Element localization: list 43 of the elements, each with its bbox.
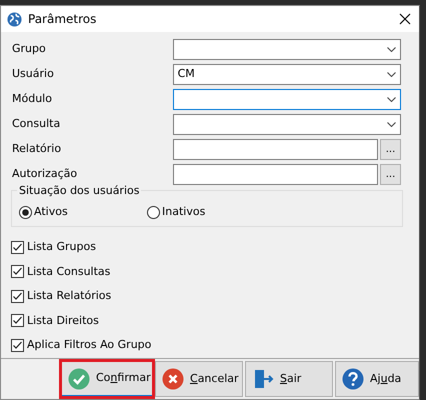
radio-label: Inativos — [162, 204, 206, 220]
checkbox[interactable] — [11, 240, 24, 254]
cancel-icon — [162, 368, 184, 390]
check-icon — [68, 368, 90, 390]
window-title: Parâmetros — [28, 11, 96, 28]
radio-button[interactable] — [19, 206, 32, 219]
chevron-down-icon — [387, 47, 396, 52]
input-field[interactable] — [172, 164, 378, 185]
checkbox-label: Aplica Filtros Ao Grupo — [27, 337, 152, 353]
checkbox-label: Lista Consultas — [27, 264, 110, 280]
checkbox-label: Lista Relatórios — [27, 288, 112, 304]
field-label: Módulo — [11, 91, 53, 108]
browse-button[interactable]: ... — [380, 164, 401, 185]
help-icon — [342, 368, 364, 390]
action-button[interactable]: Confirmar — [61, 361, 153, 397]
dropdown-field[interactable] — [172, 89, 401, 110]
checkbox-label: Lista Grupos — [27, 239, 96, 255]
globe-icon — [7, 12, 22, 26]
radio-label: Ativos — [34, 204, 68, 220]
chevron-down-icon — [387, 97, 396, 102]
checkbox[interactable] — [11, 265, 24, 278]
chevron-down-icon — [387, 122, 396, 127]
checkbox-label: Lista Direitos — [27, 312, 99, 328]
dropdown-field[interactable] — [172, 114, 401, 135]
checkbox[interactable] — [11, 290, 24, 303]
input-field[interactable] — [172, 139, 378, 160]
field-label: Grupo — [11, 41, 47, 58]
action-button[interactable]: Cancelar — [155, 361, 243, 397]
checkbox[interactable] — [11, 314, 24, 328]
field-label: Usuário — [11, 66, 55, 82]
field-label: Consulta — [11, 116, 62, 132]
action-button[interactable]: Ajuda — [335, 361, 419, 397]
group-legend: Situação dos usuários — [17, 183, 142, 200]
door-exit-icon — [252, 368, 274, 390]
field-label: Autorização — [11, 166, 78, 182]
checkbox[interactable] — [11, 338, 24, 352]
dropdown-field[interactable] — [172, 39, 401, 60]
chevron-down-icon — [387, 72, 396, 77]
field-label: Relatório — [11, 141, 62, 158]
action-button[interactable]: Sair — [245, 361, 333, 397]
browse-button[interactable]: ... — [380, 139, 401, 160]
dropdown-field[interactable]: CM — [172, 64, 401, 85]
radio-button[interactable] — [147, 206, 160, 219]
